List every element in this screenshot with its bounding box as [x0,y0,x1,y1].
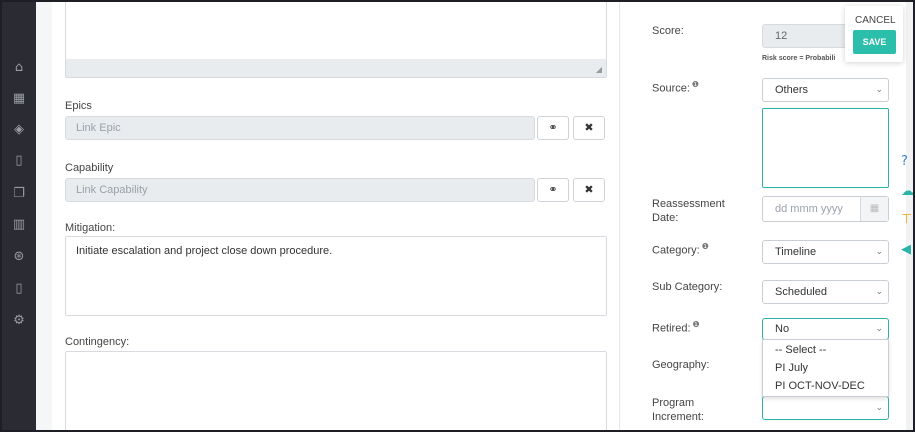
link-icon: ⚭ [548,121,558,134]
retired-label: Retired: ❶ [652,318,700,336]
close-icon: ✖ [584,121,594,134]
program-increment-label: Program Increment: [652,396,704,424]
category-label-text: Category: [652,244,700,257]
retired-select[interactable]: No ⌄ [762,318,889,340]
capability-label: Capability [65,162,114,174]
source-select[interactable]: Others ⌄ [762,78,889,102]
calendar-icon[interactable]: ▦ [11,91,27,107]
cancel-button[interactable]: CANCEL [855,15,896,26]
date-placeholder: dd mmm yyyy [775,203,843,215]
home-icon[interactable]: ⌂ [11,60,27,76]
program-increment-select[interactable]: ⌄ [762,396,889,420]
category-label: Category: ❶ [652,240,709,258]
category-select[interactable]: Timeline ⌄ [762,240,889,264]
chevron-down-icon: ⌄ [875,324,883,334]
link-icon: ⚭ [548,183,558,196]
program-increment-label-line2: Increment: [652,411,704,423]
action-popover: CANCEL SAVE [845,6,903,62]
dropdown-option[interactable]: -- Select -- [775,344,826,356]
score-label: Score: [652,25,684,37]
mitigation-text: Initiate escalation and project close do… [76,245,333,257]
mobile-icon[interactable]: ▯ [11,281,27,297]
close-icon: ✖ [584,183,594,196]
sub-category-select[interactable]: Scheduled ⌄ [762,280,889,304]
info-icon[interactable]: ❶ [702,242,709,251]
reassessment-label: Reassessment Date: [652,197,725,225]
link-epic-button[interactable]: ⚭ [537,116,569,140]
source-details-textarea[interactable] [762,108,889,188]
source-label: Source: ❶ [652,78,699,96]
risk-score-note: Risk score = Probabili [762,55,836,62]
app-frame: ⌂ ▦ ◈ ▯ ❐ ▥ ⊛ ▯ ⚙ ◢ Epics Link Epic ⚭ ✖ … [2,2,913,430]
description-textarea[interactable]: ◢ [65,2,607,78]
program-increment-dropdown: -- Select -- PI July PI OCT-NOV-DEC [762,339,889,397]
textarea-footer [66,59,606,77]
chevron-down-icon: ⌄ [875,403,883,413]
program-increment-label-line1: Program [652,397,695,409]
side-toolbar: ? ☁ ⊤ ◀ [899,150,913,270]
calendar-icon[interactable]: ▦ [860,197,888,221]
clear-capability-button[interactable]: ✖ [573,178,605,202]
basketball-icon[interactable]: ⊛ [11,249,27,265]
layers-icon[interactable]: ◈ [11,122,27,138]
chevron-down-icon: ⌄ [875,85,883,95]
paint-icon[interactable]: ⊤ [901,212,913,228]
megaphone-icon[interactable]: ◀ [901,242,913,258]
reassessment-label-line2: Date: [652,212,679,224]
source-value: Others [775,84,809,96]
help-icon[interactable]: ? [901,154,913,170]
mitigation-textarea[interactable]: Initiate escalation and project close do… [65,236,607,316]
sub-category-value: Scheduled [775,286,827,298]
sidebar: ⌂ ▦ ◈ ▯ ❐ ▥ ⊛ ▯ ⚙ [2,2,36,430]
info-icon[interactable]: ❶ [692,80,699,89]
resize-handle-icon[interactable]: ◢ [596,65,602,74]
source-label-text: Source: [652,82,690,95]
book-icon[interactable]: ▯ [11,153,27,169]
chevron-down-icon: ⌄ [875,247,883,257]
bar-chart-icon[interactable]: ▥ [11,217,27,233]
dropdown-option[interactable]: PI July [775,362,808,374]
category-value: Timeline [775,246,817,258]
retired-value: No [775,323,790,335]
capability-link-input[interactable]: Link Capability [65,178,535,202]
geography-label: Geography: [652,359,710,371]
settings-icon[interactable]: ⚙ [11,313,27,329]
reassessment-date-input[interactable]: dd mmm yyyy ▦ [762,196,889,222]
retired-label-text: Retired: [652,322,691,335]
copy-icon[interactable]: ❐ [11,186,27,202]
info-icon[interactable]: ❶ [693,320,700,329]
epics-label: Epics [65,100,92,112]
clear-epic-button[interactable]: ✖ [573,116,605,140]
contingency-label: Contingency: [65,336,130,348]
cloud-icon[interactable]: ☁ [901,184,913,200]
score-value: 12 [775,30,788,42]
reassessment-label-line1: Reassessment [652,198,725,210]
save-button[interactable]: SAVE [853,30,896,54]
dropdown-option[interactable]: PI OCT-NOV-DEC [775,380,865,392]
contingency-textarea[interactable] [65,351,607,430]
epic-link-input[interactable]: Link Epic [65,116,535,140]
sub-category-label: Sub Category: [652,281,723,293]
chevron-down-icon: ⌄ [875,287,883,297]
content-gutter [36,2,52,430]
mitigation-label: Mitigation: [65,222,116,234]
link-capability-button[interactable]: ⚭ [537,178,569,202]
